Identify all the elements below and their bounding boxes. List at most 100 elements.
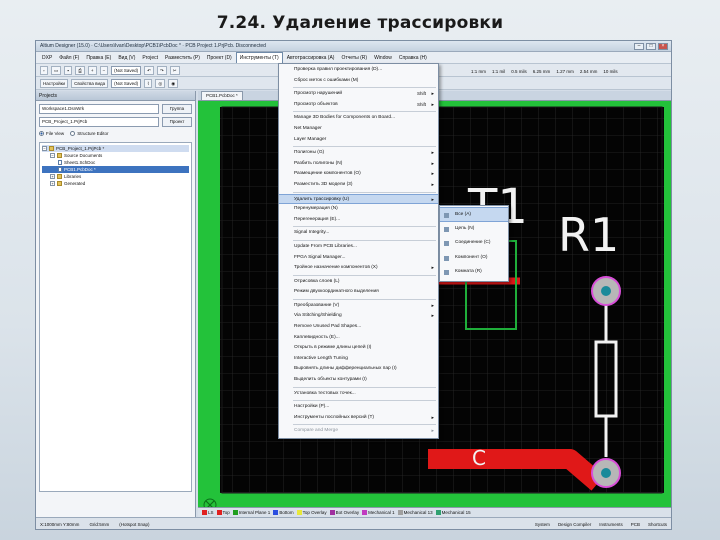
layer-tab-1[interactable]: Top [216,510,230,516]
menu-item-5[interactable]: Разместить (P) [162,53,203,63]
tree-item[interactable]: + Generated [42,180,189,187]
tools-menu-item-35[interactable]: Выделить объекты контурами (I) [279,375,438,386]
expander-icon[interactable]: − [50,153,55,159]
panel-shortcut-1[interactable]: Design Compiler [558,522,591,527]
tools-menu-item-0[interactable]: Проверка правил проектирования (D)... [279,65,438,76]
view-select[interactable]: (Not Saved) [111,65,142,75]
workspace-button[interactable]: Группа [162,104,192,114]
close-button[interactable]: × [658,42,668,50]
new-icon[interactable]: ▫ [40,65,48,75]
tools-menu-item-4[interactable]: Просмотр объектов Shift ▸ [279,100,438,111]
tools-menu-item-40[interactable]: Инструменты послойных версий (Т) ▸ [279,413,438,424]
route-icon[interactable]: ⌇ [144,78,153,88]
tools-menu-item-15[interactable]: Удалить трассировку (U) ▸ [279,193,438,205]
panel-shortcut-4[interactable]: Shortcuts [648,522,667,527]
tree-item[interactable]: PCB1.PcbDoc * [42,166,189,174]
tools-menu-item-6[interactable]: Manage 3D Bodies for Components on Board… [279,113,438,124]
tools-menu-item-13[interactable]: Разместить 3D модели (3) ▸ [279,180,438,191]
grid-option-0[interactable]: 1:1 mm [471,69,486,74]
save-icon[interactable]: ▪ [64,65,73,75]
file-view-radio[interactable]: File View [39,131,64,137]
tree-item[interactable]: − Source Documents [42,152,189,159]
grid-option-6[interactable]: 10 mils [603,69,617,74]
grid-option-5[interactable]: 2.54 mm [580,69,598,74]
expander-icon[interactable]: + [50,174,55,180]
project-button[interactable]: Проект [162,117,192,127]
layer-tab-0[interactable]: LS [202,510,214,516]
tools-menu-item-28[interactable]: Преобразование (V) ▸ [279,301,438,312]
tree-item[interactable]: Sheet1.SchDoc [42,159,189,166]
pad-icon[interactable]: ◉ [168,78,179,88]
tools-menu-item-19[interactable]: Signal Integrity... [279,228,438,239]
menu-item-1[interactable]: Файл (F) [56,53,82,63]
unroute-item-0[interactable]: Все (А) [440,207,508,222]
tools-menu-item-25[interactable]: Отрисовка слоев (L) [279,277,438,288]
minimize-button[interactable]: – [634,42,644,50]
layer-tab-3[interactable]: Bottom [273,510,294,516]
panel-shortcut-0[interactable]: System [535,522,550,527]
zoom-out-icon[interactable]: − [99,65,109,75]
config-select[interactable]: (Not Saved) [111,78,142,88]
tools-menu-item-7[interactable]: Net Manager [279,124,438,135]
tools-menu-item-17[interactable]: Перегенерация (Е)... [279,215,438,226]
view-properties-button[interactable]: Свойства вида [71,78,109,88]
tools-menu-item-3[interactable]: Просмотр нарушений Shift ▸ [279,89,438,100]
tools-menu-item-37[interactable]: Установка тестовых точек... [279,389,438,400]
project-field[interactable]: PCB_Project_1.PrjPcb [39,117,159,127]
tab-pcb1[interactable]: PCB1.PcbDoc * [201,91,243,100]
tools-menu-item-16[interactable]: Перенумерация (N) [279,204,438,215]
menu-item-10[interactable]: Window [371,53,395,63]
grid-option-3[interactable]: 6.25 mm [533,69,551,74]
tools-menu-item-21[interactable]: Update From PCB Libraries... [279,242,438,253]
tools-menu-item-42[interactable]: Compare and Merge ▸ [279,426,438,437]
menu-item-11[interactable]: Справка (H) [396,53,430,63]
tools-menu-item-29[interactable]: Via Stitching/Shielding ▸ [279,311,438,322]
menu-item-8[interactable]: Автотрассировка (A) [284,53,338,63]
tree-item[interactable]: − PCB_Project_1.PrjPcb * [42,145,189,153]
panel-shortcut-2[interactable]: Instruments [599,522,623,527]
grid-option-1[interactable]: 1:1 mil [492,69,505,74]
tools-menu-item-32[interactable]: Открыть в режиме длины цепей (I) [279,343,438,354]
menu-item-0[interactable]: DXP [39,53,55,63]
tools-menu-item-11[interactable]: Разбить полигоны (N) ▸ [279,159,438,170]
cut-icon[interactable]: ✂ [169,65,180,75]
tools-menu-item-31[interactable]: Каплевидность (Е)... [279,333,438,344]
via-icon[interactable]: ◎ [155,78,166,88]
tools-menu-item-1[interactable]: Сброс меток с ошибками (M) [279,76,438,87]
unroute-item-2[interactable]: Соединение (С) [440,236,508,251]
print-icon[interactable]: ⎙ [75,65,85,75]
tools-menu-item-39[interactable]: Настройки (P)... [279,402,438,413]
redo-icon[interactable]: ↷ [156,65,167,75]
layer-tab-4[interactable]: Top Overlay [296,510,327,516]
layer-tab-6[interactable]: Mechanical 1 [362,510,395,516]
panel-shortcut-3[interactable]: PCB [631,522,640,527]
grid-option-4[interactable]: 1.27 mm [556,69,574,74]
tools-menu-item-8[interactable]: Layer Manager [279,135,438,146]
tools-menu-item-10[interactable]: Полигоны (G) ▸ [279,148,438,159]
layer-tab-2[interactable]: Internal Plane 1 [232,510,270,516]
tools-menu-item-22[interactable]: FPGA Signal Manager... [279,253,438,264]
maximize-button[interactable]: □ [646,42,656,50]
grid-option-2[interactable]: 0.5 mils [511,69,527,74]
expander-icon[interactable]: + [50,181,55,187]
tree-item[interactable]: + Libraries [42,173,189,180]
layer-tab-5[interactable]: Bot Overlay [329,510,359,516]
expander-icon[interactable]: − [42,146,47,152]
tools-menu-item-26[interactable]: Режим двухкоординатного выделения [279,287,438,298]
layer-tab-7[interactable]: Mechanical 13 [397,510,433,516]
tools-menu-item-23[interactable]: Тройное назначение компонентов (Х) ▸ [279,263,438,274]
menu-item-4[interactable]: Project [139,53,161,63]
open-folder-icon[interactable]: ▭ [51,65,62,75]
tools-menu-item-34[interactable]: Выровнять длины дифференциальных пар (I) [279,364,438,375]
unroute-item-4[interactable]: Комната (R) [440,265,508,280]
zoom-in-icon[interactable]: + [87,65,97,75]
menu-item-3[interactable]: Вид (V) [115,53,138,63]
unroute-item-1[interactable]: Цепь (N) [440,222,508,237]
menu-item-6[interactable]: Проект (D) [204,53,235,63]
menu-item-9[interactable]: Отчеты (R) [338,53,370,63]
tools-menu-item-33[interactable]: Interactive Length Tuning [279,354,438,365]
settings-button[interactable]: Настройки [40,78,69,88]
tools-menu-item-30[interactable]: Remove Unused Pad Shapes... [279,322,438,333]
workspace-field[interactable]: Workspace1.DsnWrk [39,104,159,114]
layer-tab-8[interactable]: Mechanical 15 [435,510,471,516]
